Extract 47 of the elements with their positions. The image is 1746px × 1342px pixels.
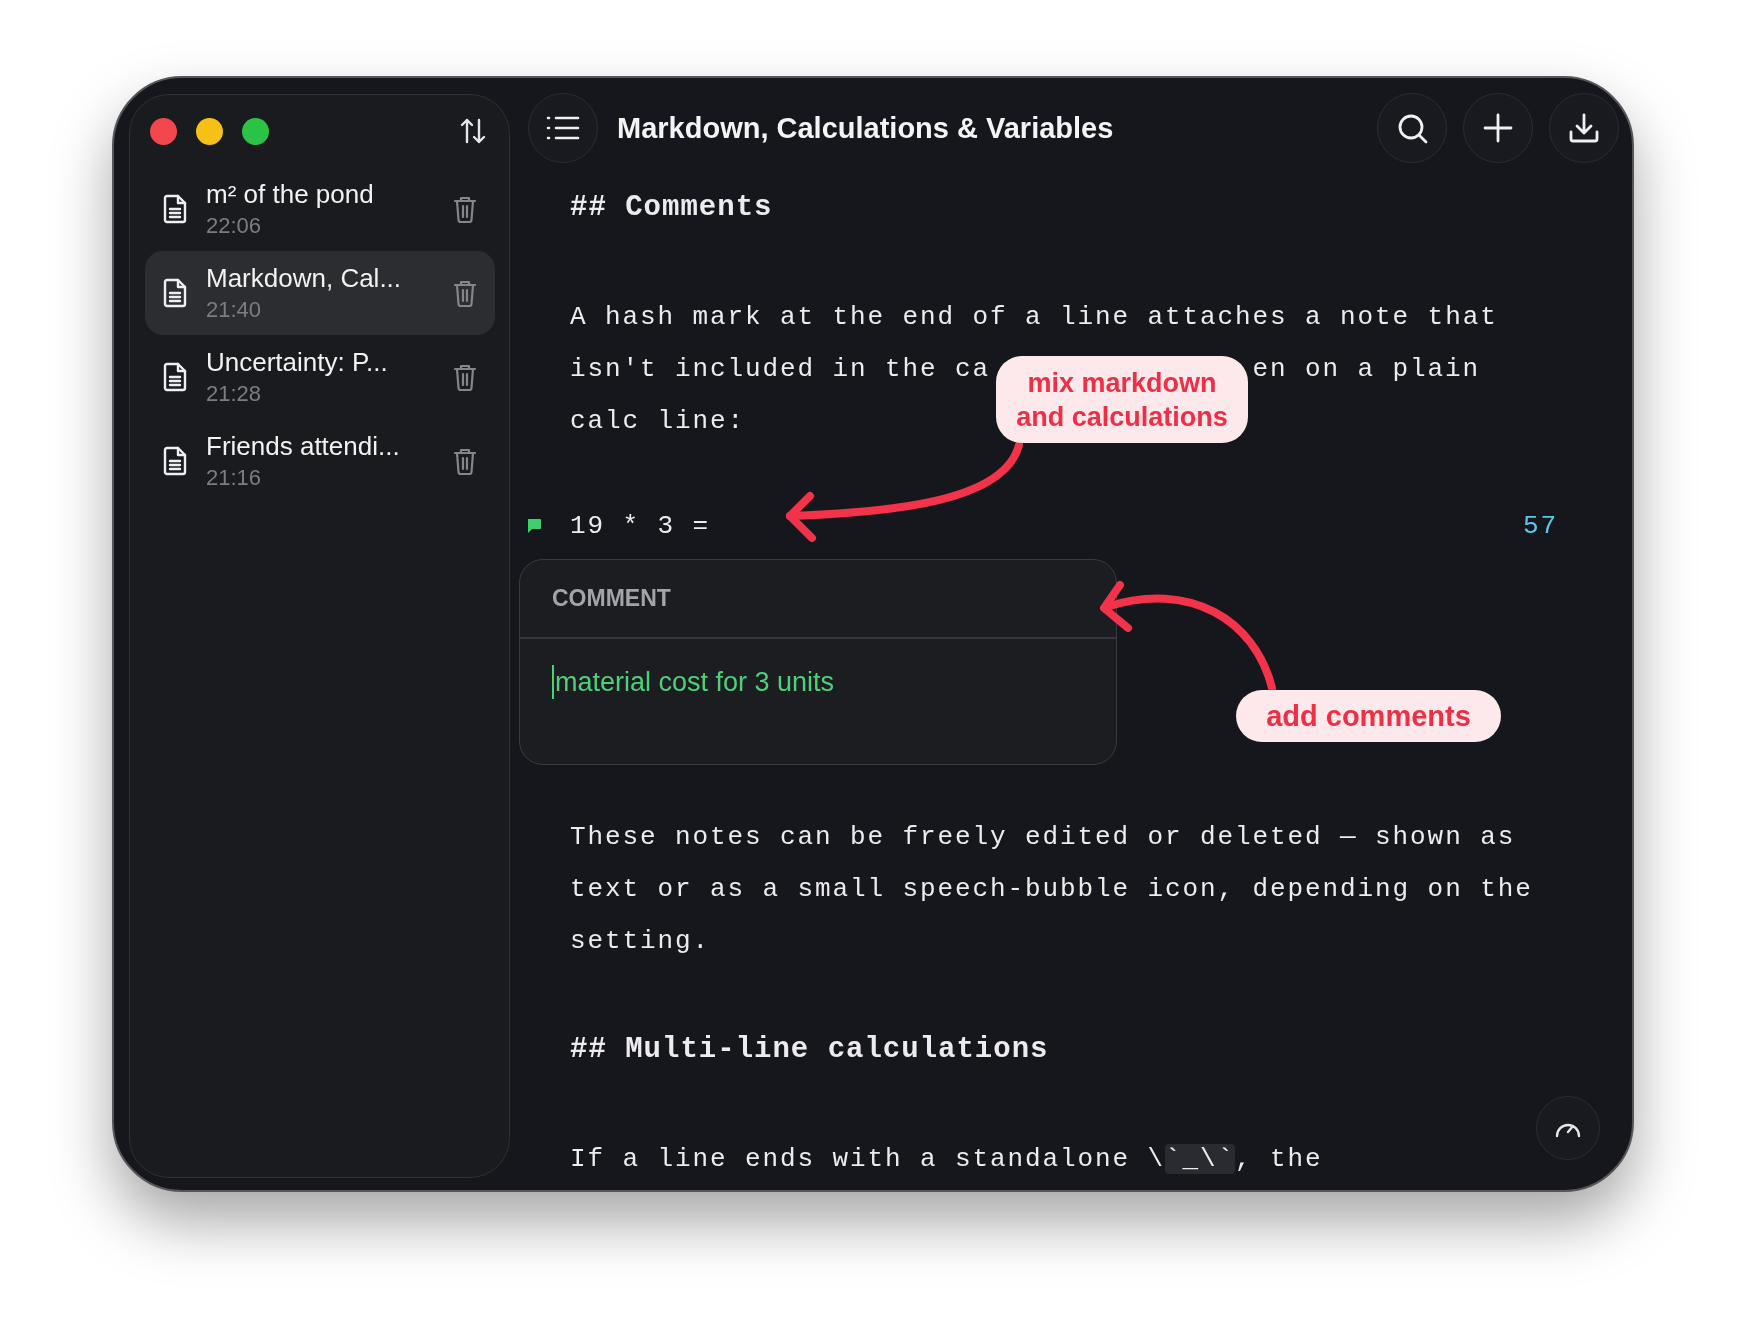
document-title: Markdown, Calculations & Variables xyxy=(617,111,1114,145)
paragraph-line: If a line ends with a standalone \`_\`, the xyxy=(570,1143,1323,1176)
note-title: Markdown, Cal... xyxy=(206,263,403,294)
note-title: m² of the pond xyxy=(206,179,375,210)
markdown-heading: ## Multi-line calculations xyxy=(570,1032,1050,1068)
close-button[interactable] xyxy=(150,117,177,145)
comment-icon[interactable] xyxy=(526,518,542,534)
document-icon xyxy=(162,362,188,392)
trash-icon[interactable] xyxy=(453,195,477,223)
plus-icon xyxy=(1482,112,1514,144)
calc-expression: 19 * 3 = xyxy=(570,511,711,541)
list-icon xyxy=(546,115,580,141)
comment-field[interactable]: material cost for 3 units xyxy=(552,665,835,699)
note-time: 21:28 xyxy=(206,381,263,407)
callout-label: add comments xyxy=(1236,690,1501,742)
paragraph-line: These notes can be freely edited or deleted — shown as xyxy=(570,821,1516,854)
sort-icon[interactable] xyxy=(459,117,487,145)
paragraph-line: en on a plain xyxy=(1252,354,1481,384)
document-icon xyxy=(162,446,188,476)
note-item[interactable]: Friends attendi... 21:16 xyxy=(145,419,495,503)
markdown-heading: ## Comments xyxy=(570,190,774,226)
paragraph-line: setting. xyxy=(570,925,711,958)
note-item[interactable]: m² of the pond 22:06 xyxy=(145,167,495,251)
note-time: 22:06 xyxy=(206,213,263,239)
note-title: Friends attendi... xyxy=(206,431,401,462)
callout-label: mix markdown and calculations xyxy=(996,356,1248,443)
note-item[interactable]: Markdown, Cal... 21:40 xyxy=(145,251,495,335)
popup-label: COMMENT xyxy=(552,585,671,612)
document-icon xyxy=(162,278,188,308)
note-time: 21:16 xyxy=(206,465,263,491)
trash-icon[interactable] xyxy=(453,363,477,391)
paragraph-line: calc line: xyxy=(570,405,746,438)
note-time: 21:40 xyxy=(206,297,263,323)
download-icon xyxy=(1568,112,1600,144)
zoom-button[interactable] xyxy=(242,117,269,145)
inline-code: `_\` xyxy=(1165,1144,1236,1174)
paragraph-line: isn't included in the ca xyxy=(570,354,991,384)
paragraph-line: A hash mark at the end of a line attaches a note that xyxy=(570,301,1498,334)
document-icon xyxy=(162,194,188,224)
minimize-button[interactable] xyxy=(196,117,223,145)
trash-icon[interactable] xyxy=(453,279,477,307)
calc-result: 57 xyxy=(1523,511,1558,541)
note-title: Uncertainty: P... xyxy=(206,347,389,378)
search-icon xyxy=(1396,112,1428,144)
note-item[interactable]: Uncertainty: P... 21:28 xyxy=(145,335,495,419)
paragraph-line: text or as a small speech-bubble icon, depending on the xyxy=(570,873,1533,906)
trash-icon[interactable] xyxy=(453,447,477,475)
